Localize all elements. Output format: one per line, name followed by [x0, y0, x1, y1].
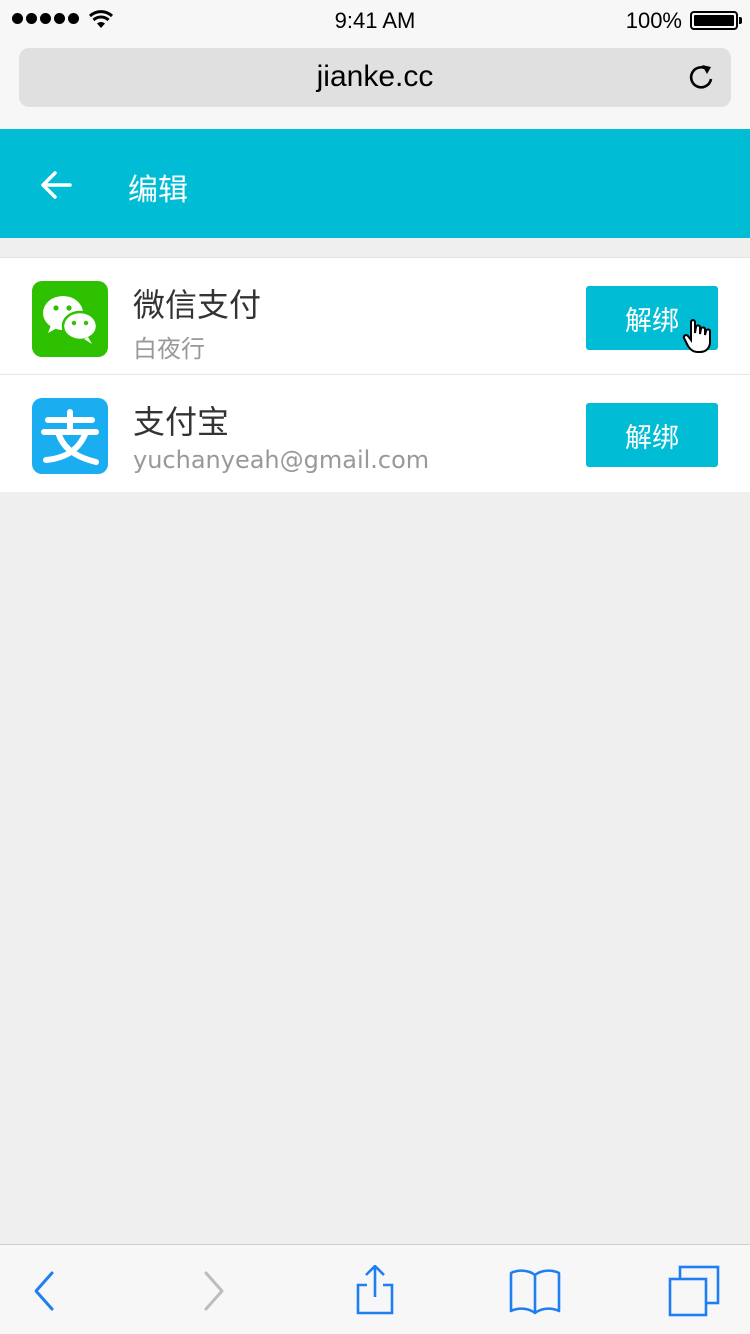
share-icon[interactable]	[349, 1265, 401, 1317]
account-subtitle: 白夜行	[133, 335, 205, 363]
alipay-icon	[32, 398, 108, 474]
hand-cursor-icon	[682, 319, 711, 353]
battery-percent: 100%	[625, 8, 682, 33]
battery-icon	[690, 11, 742, 30]
unbind-button[interactable]: 解绑	[586, 403, 718, 467]
reload-icon[interactable]	[687, 63, 715, 91]
list-item: 微信支付 白夜行 解绑	[0, 258, 750, 375]
account-title: 支付宝	[133, 403, 230, 441]
app-header: 编辑	[0, 129, 750, 238]
bookmarks-icon[interactable]	[509, 1265, 561, 1317]
forward-icon[interactable]	[186, 1265, 238, 1317]
address-bar[interactable]: jianke.cc	[19, 48, 731, 107]
status-bar: 9:41 AM 100%	[0, 0, 750, 40]
account-subtitle: yuchanyeah@gmail.com	[133, 446, 430, 474]
back-arrow-icon[interactable]	[36, 165, 76, 205]
account-title: 微信支付	[133, 286, 262, 324]
tabs-icon[interactable]	[668, 1265, 720, 1317]
page-title: 编辑	[128, 173, 188, 208]
url-text: jianke.cc	[316, 60, 434, 93]
browser-address-area: jianke.cc	[0, 40, 750, 129]
list-item: 支付宝 yuchanyeah@gmail.com 解绑	[0, 375, 750, 492]
back-icon[interactable]	[20, 1265, 72, 1317]
payment-accounts-list: 微信支付 白夜行 解绑 支付宝 yuchanyeah@gmail.com 解绑	[0, 257, 750, 492]
wechat-icon	[32, 281, 108, 357]
browser-toolbar	[0, 1244, 750, 1334]
